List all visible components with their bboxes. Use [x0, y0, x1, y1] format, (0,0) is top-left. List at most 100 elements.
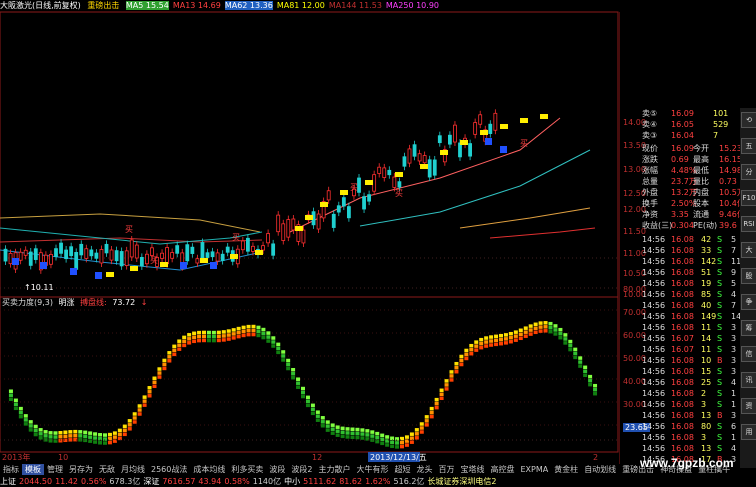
toolbar-tab[interactable]: 自动划线: [581, 464, 619, 475]
kline-chart[interactable]: ↑10.11买买买买买买2013年 10 12 2013/12/13/五 2: [0, 0, 620, 487]
force-bar: [305, 395, 310, 400]
toolbar-tab[interactable]: 龙头: [413, 464, 435, 475]
force-bar: [206, 338, 211, 343]
force-bar: [305, 399, 310, 404]
side-tool-icon[interactable]: 分: [741, 164, 756, 180]
force-bar: [439, 396, 444, 401]
trend-block: [305, 215, 313, 220]
toolbar-tab[interactable]: 另存为: [66, 464, 96, 475]
force-bar: [449, 374, 454, 378]
candle: [134, 244, 139, 259]
force-bar: [98, 441, 103, 445]
force-bar: [281, 350, 286, 354]
force-bar: [385, 443, 390, 447]
force-bar: [305, 403, 310, 408]
force-bar: [296, 381, 301, 385]
side-tool-icon[interactable]: F10: [741, 190, 756, 206]
force-bar: [538, 321, 543, 325]
force-bar: [449, 370, 454, 374]
side-tool-icon[interactable]: 争: [741, 294, 756, 310]
candle: [316, 213, 321, 230]
toolbar-tab[interactable]: 波段: [266, 464, 288, 475]
force-bar: [117, 436, 122, 441]
side-tool-icon[interactable]: ⟲: [741, 112, 756, 128]
force-bar: [152, 376, 157, 381]
toolbar-tab[interactable]: 宝塔线: [457, 464, 487, 475]
force-bar: [360, 436, 365, 440]
side-tool-icon[interactable]: 股: [741, 268, 756, 284]
force-bar: [231, 332, 236, 336]
side-tool-icon[interactable]: 信: [741, 346, 756, 362]
toolbar-tab[interactable]: 管理: [44, 464, 66, 475]
force-bar: [499, 337, 503, 342]
side-tool-icon[interactable]: 大: [741, 242, 756, 258]
candle: [271, 243, 276, 256]
force-bar: [464, 348, 469, 353]
force-bar: [216, 330, 221, 335]
force-bar: [152, 384, 157, 389]
candle: [64, 249, 68, 260]
side-tool-icon[interactable]: 讯: [741, 372, 756, 388]
force-bar: [226, 329, 231, 333]
toolbar-tab[interactable]: 无敌: [96, 464, 118, 475]
force-bar: [301, 390, 305, 395]
force-bar: [518, 332, 523, 337]
force-bar: [216, 338, 221, 343]
toolbar-tab[interactable]: 模板: [22, 464, 44, 475]
force-bar: [538, 329, 543, 333]
side-tool-icon[interactable]: 筹: [741, 320, 756, 336]
trend-block: [230, 254, 238, 259]
side-tool-icon[interactable]: 资: [741, 398, 756, 414]
force-bar: [365, 429, 370, 433]
force-bar: [320, 424, 325, 428]
force-bar: [83, 438, 88, 443]
force-bar: [360, 428, 365, 432]
trend-block: [440, 150, 448, 155]
force-bar: [593, 391, 598, 396]
toolbar-tab[interactable]: 高控盘: [487, 464, 517, 475]
force-bar: [414, 432, 419, 436]
toolbar-tab[interactable]: 月均线: [118, 464, 148, 475]
force-bar: [479, 345, 484, 350]
toolbar-tab[interactable]: 2560战法: [148, 464, 190, 475]
toolbar-tab[interactable]: 主力散户: [315, 464, 353, 475]
force-bar: [513, 334, 518, 338]
force-bar: [578, 360, 583, 364]
force-bar: [132, 412, 137, 416]
force-bar: [182, 343, 187, 348]
candle: [432, 159, 437, 176]
force-bar: [424, 423, 429, 427]
force-bar: [409, 432, 414, 436]
toolbar-tab[interactable]: EXPMA: [517, 464, 551, 475]
force-bar: [53, 435, 58, 439]
toolbar-tab[interactable]: 超短: [391, 464, 413, 475]
force-bar: [578, 356, 583, 360]
force-bar: [414, 428, 419, 432]
side-tool-icon[interactable]: 五: [741, 138, 756, 154]
buy-label: 买: [395, 189, 403, 198]
force-bar: [469, 343, 474, 348]
force-bar: [489, 335, 494, 339]
force-bar: [38, 432, 43, 436]
force-bar: [192, 339, 197, 344]
force-bar: [276, 342, 281, 347]
force-bar: [494, 334, 499, 339]
toolbar-tab[interactable]: 大牛有形: [353, 464, 391, 475]
candle: [493, 112, 498, 131]
force-bar: [350, 427, 355, 432]
force-bar: [117, 432, 122, 437]
force-bar: [434, 405, 439, 410]
force-bar: [429, 406, 434, 411]
toolbar-tab[interactable]: 黄金柱: [551, 464, 581, 475]
trend-block: [255, 250, 263, 255]
toolbar-tab[interactable]: 波段2: [288, 464, 315, 475]
toolbar-tab[interactable]: 成本均线: [190, 464, 228, 475]
toolbar-tab[interactable]: 百万: [435, 464, 457, 475]
force-bar: [390, 436, 395, 441]
toolbar-tab[interactable]: 利多买卖: [228, 464, 266, 475]
side-tool-icon[interactable]: 用: [741, 424, 756, 440]
candle: [346, 206, 351, 219]
side-tool-icon[interactable]: RSI: [741, 216, 756, 232]
toolbar-tab[interactable]: 指标: [0, 464, 22, 475]
force-bar: [489, 343, 494, 347]
